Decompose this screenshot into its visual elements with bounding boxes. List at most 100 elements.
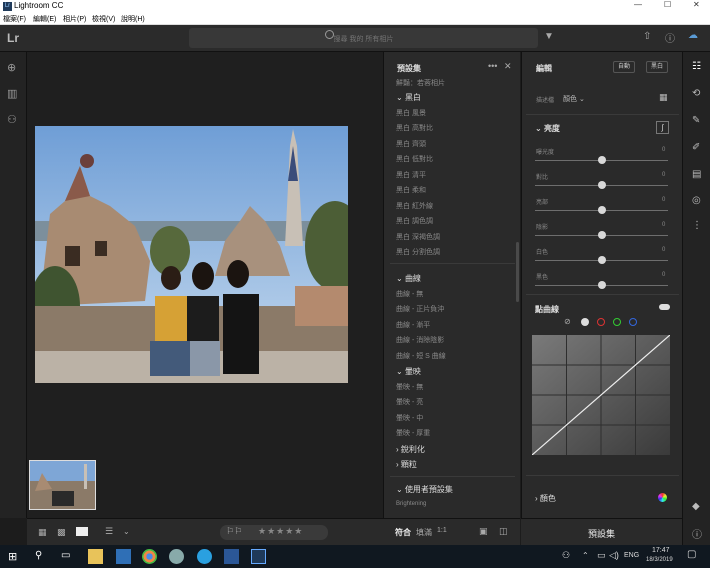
preset-item[interactable]: 黑白 分割色調 [396,247,440,257]
clock-time[interactable]: 17:47 [652,547,670,554]
preset-group-sharpen[interactable]: › 銳利化 [396,444,425,455]
windows-start-icon[interactable]: ⊞ [8,550,17,563]
close-button[interactable]: ✕ [693,0,700,9]
filter-icon[interactable]: ▼ [544,31,554,42]
preset-item[interactable]: 黑白 紅外線 [396,201,433,211]
crop-icon[interactable]: ⟲ [692,88,700,99]
notification-icon[interactable]: ▢ [687,549,696,560]
search-icon[interactable]: ⚲ [35,550,42,561]
cloud-icon[interactable]: ☁ [688,30,698,41]
color-mixer-icon[interactable] [658,493,667,502]
detail-view-icon[interactable] [76,527,88,536]
volume-icon[interactable]: ◁) [609,550,619,561]
bw-button[interactable]: 黑白 [646,61,668,73]
add-icon[interactable]: ⊕ [7,61,16,74]
fit-button[interactable]: 符合 [395,527,411,538]
filmstrip-thumbnail[interactable] [29,460,96,510]
radial-gradient-icon[interactable]: ◎ [692,195,701,206]
word-icon[interactable] [224,549,239,564]
preset-group-user[interactable]: ⌄ 使用者預設集 [396,484,453,495]
preset-item[interactable]: 暈映 - 亮 [396,397,423,407]
preset-group-curve[interactable]: ⌄ 曲線 [396,273,421,284]
preset-item[interactable]: Brightening [396,501,426,507]
heal-icon[interactable]: ✎ [692,115,700,126]
green-channel-icon[interactable] [613,318,621,326]
network-icon[interactable]: ▭ [597,550,606,561]
outlook-icon[interactable] [116,549,131,564]
people-icon[interactable]: ⚇ [7,113,17,126]
skype-icon[interactable] [197,549,212,564]
light-section-toggle[interactable]: ⌄ 亮度 [535,123,560,134]
menu-photo[interactable]: 相片(P) [63,14,86,24]
minimize-button[interactable]: — [634,0,642,9]
more-icon[interactable]: ⋮ [692,220,702,231]
preset-item[interactable]: 鮮豔：若蓉相片 [396,78,445,88]
brush-icon[interactable]: ✐ [692,142,700,153]
linear-gradient-icon[interactable]: ▤ [692,169,701,180]
preset-item[interactable]: 黑白 柔和 [396,185,426,195]
menu-file[interactable]: 檔案(F) [3,14,26,24]
preset-item[interactable]: 黑白 低對比 [396,154,433,164]
slider-knob[interactable] [597,156,606,164]
preset-item[interactable]: 黑白 深褐色調 [396,232,440,242]
language-indicator[interactable]: ENG [624,552,639,559]
flag-icon[interactable]: ⚐⚐ [226,526,242,537]
slider-knob[interactable] [597,206,606,214]
sort-icon[interactable]: ☰ [105,526,113,537]
scrollbar[interactable] [516,242,519,302]
preset-item[interactable]: 黑白 齊頭 [396,139,426,149]
preset-group-grain[interactable]: › 顆粒 [396,459,417,470]
curve-toggle-switch[interactable] [659,304,670,310]
rgb-channel-icon[interactable] [581,318,589,326]
preset-item[interactable]: 曲線 - 無 [396,289,423,299]
maximize-button[interactable]: ☐ [664,0,671,9]
task-view-icon[interactable]: ▭ [61,550,70,561]
menu-edit[interactable]: 編輯(E) [33,14,56,24]
menu-view[interactable]: 檢視(V) [92,14,115,24]
presets-button[interactable]: 預設集 [588,527,615,540]
lightroom-taskbar-icon[interactable] [251,549,266,564]
preset-item[interactable]: 曲線 - 消除陰影 [396,335,444,345]
people-icon[interactable]: ⚇ [562,550,570,561]
help-icon[interactable]: ⓘ [665,30,675,45]
fill-button[interactable]: 填滿 [416,527,432,538]
preset-item[interactable]: 黑白 清平 [396,170,426,180]
clock-date[interactable]: 18/3/2019 [646,557,673,563]
slider-knob[interactable] [597,231,606,239]
close-panel-icon[interactable]: ✕ [504,61,512,72]
menu-help[interactable]: 說明(H) [121,14,145,24]
chevron-down-icon[interactable]: ⌄ [123,527,130,536]
preset-item[interactable]: 曲線 - 漸平 [396,320,430,330]
tone-curve-toggle-icon[interactable]: ∫ [656,121,669,134]
ratio-button[interactable]: 1:1 [437,527,447,534]
split-view-icon[interactable]: ◫ [499,526,508,537]
compare-icon[interactable]: ▣ [479,526,488,537]
preset-item[interactable]: 黑白 高對比 [396,123,433,133]
grid-view-icon[interactable]: ▦ [38,527,47,538]
preset-item[interactable]: 曲線 - 短 S 曲線 [396,351,446,361]
red-channel-icon[interactable] [597,318,605,326]
preset-group-vignette[interactable]: ⌄ 暈映 [396,366,421,377]
main-photo[interactable] [35,126,348,383]
star-rating[interactable]: ★★★★★ [258,526,303,537]
preset-item[interactable]: 黑白 調色調 [396,216,433,226]
library-icon[interactable]: ▥ [7,87,17,100]
chrome-icon[interactable] [142,549,157,564]
search-input[interactable] [189,29,538,50]
auto-button[interactable]: 自動 [613,61,635,73]
profile-dropdown[interactable]: 顏色 ⌄ [563,94,585,104]
slider-knob[interactable] [597,256,606,264]
profile-browser-icon[interactable]: ▦ [659,92,668,103]
blue-channel-icon[interactable] [629,318,637,326]
info-icon[interactable]: ⓘ [692,526,702,541]
tag-icon[interactable]: ◆ [692,501,700,512]
app-icon[interactable] [169,549,184,564]
more-icon[interactable]: ••• [488,61,497,71]
tray-chevron-icon[interactable]: ⌃ [582,551,589,560]
preset-item[interactable]: 暈映 - 厚重 [396,428,430,438]
file-explorer-icon[interactable] [88,549,103,564]
preset-item[interactable]: 曲線 - 正片負沖 [396,304,444,314]
slider-knob[interactable] [597,281,606,289]
edit-icon[interactable]: ☷ [692,61,701,72]
search-field[interactable] [189,28,538,50]
